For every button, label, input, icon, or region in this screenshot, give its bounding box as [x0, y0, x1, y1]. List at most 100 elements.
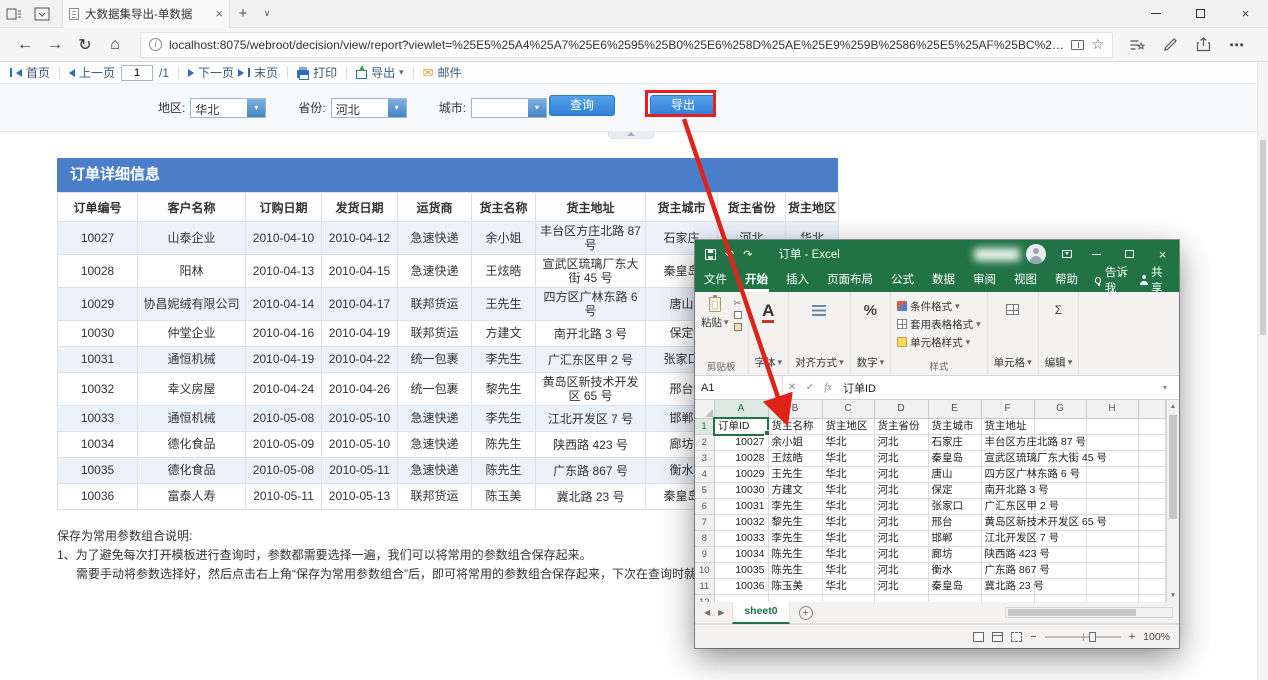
excel-cell[interactable]: 保定	[928, 482, 982, 499]
excel-cell[interactable]: 河北	[874, 450, 929, 467]
excel-cell[interactable]: 广汇东区甲 2 号	[981, 498, 1059, 515]
excel-column-header[interactable]: E	[928, 400, 982, 419]
excel-cell[interactable]	[1086, 530, 1139, 547]
excel-cell[interactable]	[1138, 546, 1166, 563]
set-tabs-aside-icon[interactable]	[0, 0, 28, 28]
excel-cell[interactable]	[1138, 434, 1166, 451]
excel-cell[interactable]: 陈先生	[768, 562, 823, 579]
excel-column-header[interactable]: A	[714, 400, 769, 419]
excel-cell[interactable]: 华北	[822, 530, 875, 547]
excel-row-header[interactable]: 9	[695, 546, 715, 563]
excel-cell[interactable]: 货主地址	[981, 418, 1035, 435]
excel-cell[interactable]	[1138, 530, 1166, 547]
excel-cell[interactable]	[981, 594, 1035, 602]
select-all-corner[interactable]	[695, 400, 715, 419]
tab-preview-toggle-icon[interactable]	[28, 0, 56, 28]
excel-cell[interactable]: 陈先生	[768, 546, 823, 563]
home-button[interactable]: ⌂	[100, 30, 130, 60]
excel-cell[interactable]: 河北	[874, 498, 929, 515]
excel-cell[interactable]: 李先生	[768, 530, 823, 547]
excel-cell[interactable]: 南开北路 3 号	[981, 482, 1049, 499]
city-select[interactable]: ▾	[471, 97, 548, 118]
excel-cell[interactable]: 四方区广林东路 6 号	[981, 466, 1080, 483]
font-group[interactable]: A 字体 ▾	[749, 292, 790, 375]
excel-cell[interactable]: 陈玉美	[768, 578, 823, 595]
excel-ribbon-tab[interactable]: 插入	[777, 268, 818, 292]
query-button[interactable]: 查询	[549, 95, 615, 116]
zoom-in-button[interactable]: +	[1129, 631, 1135, 643]
window-minimize-button[interactable]	[1133, 0, 1178, 28]
format-painter-icon[interactable]	[733, 323, 742, 331]
city-select-arrow-icon[interactable]: ▾	[528, 98, 547, 117]
zoom-slider-thumb[interactable]	[1088, 631, 1096, 642]
excel-row-header[interactable]: 7	[695, 514, 715, 531]
formula-bar-expand-icon[interactable]: ▾	[1163, 383, 1179, 392]
save-icon[interactable]	[705, 248, 716, 260]
page-break-view-icon[interactable]	[1011, 631, 1023, 642]
excel-cell[interactable]: 10036	[714, 578, 769, 595]
collapse-params-handle[interactable]	[608, 131, 654, 139]
page-number-input[interactable]	[121, 64, 154, 81]
undo-icon[interactable]: ↶	[725, 248, 734, 261]
excel-row-header[interactable]: 4	[695, 466, 715, 483]
page-layout-view-icon[interactable]	[992, 631, 1004, 642]
paste-button[interactable]: 粘贴 ▾	[701, 295, 729, 331]
last-page-button[interactable]: 末页	[236, 64, 280, 81]
excel-ribbon-tab[interactable]: 文件	[695, 268, 736, 292]
formula-input[interactable]: 订单ID	[837, 380, 1163, 396]
excel-cell[interactable]: 10027	[714, 434, 769, 451]
zoom-slider[interactable]	[1044, 631, 1121, 642]
excel-cell[interactable]	[1138, 466, 1166, 483]
excel-cell[interactable]	[1138, 562, 1166, 579]
excel-cell[interactable]	[1086, 498, 1139, 515]
excel-cell[interactable]: 订单ID	[713, 417, 769, 436]
excel-cell[interactable]	[874, 594, 929, 602]
excel-cell[interactable]: 货主地区	[822, 418, 875, 435]
excel-row-header[interactable]: 12	[695, 594, 715, 602]
next-page-button[interactable]: 下一页	[186, 64, 236, 81]
excel-column-header[interactable]: G	[1034, 400, 1087, 419]
excel-cell[interactable]	[1086, 594, 1139, 602]
excel-cell[interactable]	[1034, 594, 1087, 602]
number-group[interactable]: % 数字 ▾	[851, 292, 892, 375]
excel-cell[interactable]	[1086, 546, 1139, 563]
excel-cell[interactable]: 华北	[822, 514, 875, 531]
excel-column-header[interactable]: C	[822, 400, 875, 419]
excel-cell[interactable]	[1086, 418, 1139, 435]
alignment-group[interactable]: 对齐方式 ▾	[789, 292, 851, 375]
excel-cell[interactable]: 余小姐	[768, 434, 823, 451]
excel-cell[interactable]: 邯郸	[928, 530, 982, 547]
editing-group[interactable]: Σ 编辑 ▾	[1039, 292, 1080, 375]
excel-cell[interactable]: 华北	[822, 546, 875, 563]
user-avatar-icon[interactable]	[1026, 244, 1046, 264]
excel-cell[interactable]: 黎先生	[768, 514, 823, 531]
hscroll-thumb[interactable]	[1008, 609, 1136, 616]
vscroll-thumb[interactable]	[1169, 415, 1177, 519]
scrollbar-thumb[interactable]	[1260, 140, 1266, 335]
excel-column-header[interactable]: F	[981, 400, 1035, 419]
excel-cell[interactable]	[1138, 450, 1166, 467]
excel-ribbon-tab[interactable]: 帮助	[1046, 268, 1087, 292]
excel-ribbon-tab[interactable]: 开始	[736, 268, 777, 292]
sheet-nav-right-icon[interactable]: ▶	[714, 608, 728, 617]
browser-tab[interactable]: 大数据集导出-单数据 ×	[62, 0, 230, 28]
excel-cell[interactable]: 10033	[714, 530, 769, 547]
excel-row-header[interactable]: 3	[695, 450, 715, 467]
excel-cell[interactable]: 张家口	[928, 498, 982, 515]
excel-ribbon-tab[interactable]: 审阅	[964, 268, 1005, 292]
excel-column-header[interactable]: D	[874, 400, 929, 419]
favorite-star-icon[interactable]: ☆	[1091, 36, 1104, 53]
excel-cell[interactable]	[1138, 498, 1166, 515]
tab-close-icon[interactable]: ×	[215, 7, 223, 20]
excel-cell[interactable]: 华北	[822, 434, 875, 451]
excel-cell[interactable]: 河北	[874, 514, 929, 531]
excel-row-header[interactable]: 10	[695, 562, 715, 579]
tell-me-tab[interactable]: 告诉我	[1087, 267, 1139, 295]
excel-cell[interactable]: 10030	[714, 482, 769, 499]
excel-cell[interactable]: 货主省份	[874, 418, 929, 435]
enter-icon[interactable]: ✓	[801, 382, 819, 393]
excel-cell[interactable]: 广东路 867 号	[981, 562, 1050, 579]
excel-cell[interactable]: 河北	[874, 434, 929, 451]
excel-cell[interactable]	[1138, 578, 1166, 595]
excel-cell[interactable]: 华北	[822, 498, 875, 515]
